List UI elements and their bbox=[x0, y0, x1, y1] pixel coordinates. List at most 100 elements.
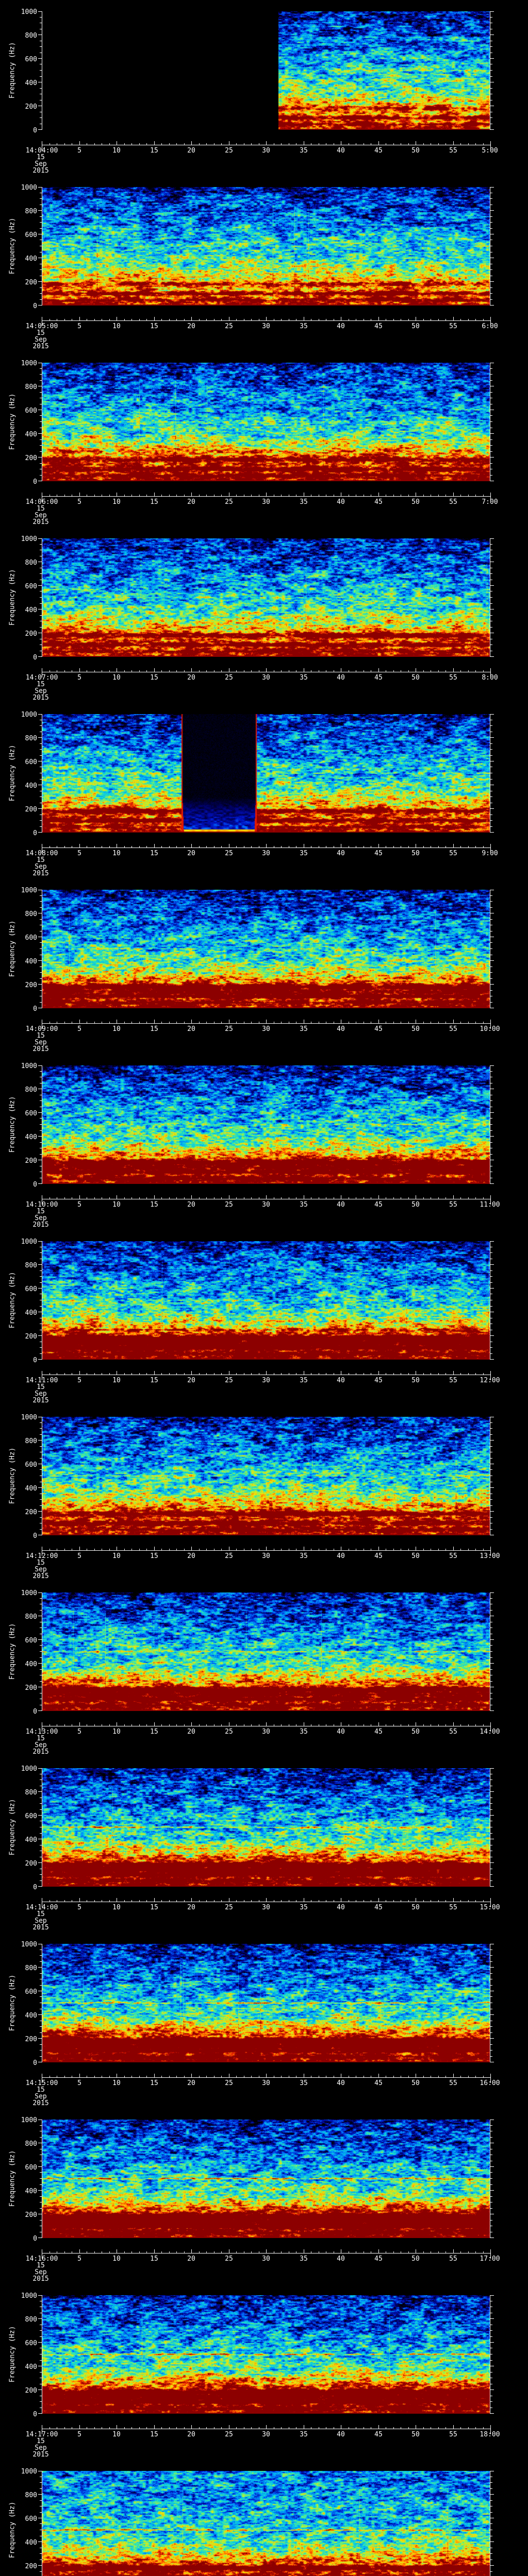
x-minor-tick bbox=[251, 1900, 252, 1902]
x-tick-label: 20 bbox=[187, 2079, 195, 2087]
x-minor-tick bbox=[281, 495, 282, 496]
y-tick-right bbox=[490, 1955, 492, 1956]
y-tick-right bbox=[490, 287, 492, 288]
spectrogram-panel: Frequency (Hz) 14:16:00 17:00 15 Sep 2015 … bbox=[0, 2117, 528, 2295]
x-minor-tick bbox=[124, 1373, 125, 1375]
y-tick-label: 200 bbox=[25, 806, 37, 814]
x-minor-tick bbox=[236, 670, 237, 672]
spectrogram-image bbox=[42, 714, 490, 833]
x-minor-tick bbox=[109, 2076, 110, 2077]
y-tick-right bbox=[490, 293, 492, 294]
x-minor-tick bbox=[146, 1022, 147, 1023]
y-tick bbox=[40, 1422, 42, 1423]
y-tick bbox=[40, 1529, 42, 1530]
x-tick-label: 20 bbox=[187, 2431, 195, 2438]
x-tick-label: 50 bbox=[411, 323, 420, 330]
x-tick bbox=[378, 2425, 379, 2429]
y-tick-right bbox=[490, 538, 494, 539]
y-tick bbox=[38, 1768, 42, 1769]
y-tick-right bbox=[490, 269, 492, 270]
y-tick bbox=[38, 2389, 42, 2390]
y-tick-right bbox=[490, 187, 494, 188]
x-tick bbox=[453, 141, 454, 145]
x-tick bbox=[453, 844, 454, 848]
y-tick-label: 800 bbox=[25, 1262, 37, 1269]
x-tick-label: 30 bbox=[262, 1904, 270, 1911]
y-tick bbox=[40, 1347, 42, 1348]
x-minor-tick bbox=[460, 1197, 461, 1199]
y-tick-label: 0 bbox=[33, 829, 37, 837]
x-tick bbox=[79, 1195, 80, 1199]
x-tick-label: 10 bbox=[112, 1025, 121, 1033]
y-tick-right bbox=[490, 1458, 492, 1459]
date-label: 15 Sep 2015 bbox=[8, 1560, 74, 1580]
y-tick bbox=[40, 1955, 42, 1956]
x-minor-tick bbox=[109, 1549, 110, 1550]
x-minor-tick bbox=[139, 1022, 140, 1023]
y-tick-label: 400 bbox=[25, 1133, 37, 1141]
x-tick bbox=[154, 2425, 155, 2429]
x-tick-label: 20 bbox=[187, 2255, 195, 2263]
x-minor-tick bbox=[131, 2427, 132, 2429]
y-tick-right bbox=[490, 984, 494, 985]
y-tick-label: 400 bbox=[25, 79, 37, 87]
y-tick-right bbox=[490, 1880, 492, 1881]
x-tick bbox=[154, 1195, 155, 1199]
x-minor-tick bbox=[109, 2427, 110, 2429]
y-tick-right bbox=[490, 1183, 494, 1184]
y-tick-right bbox=[490, 1657, 492, 1658]
x-tick-label: 15 bbox=[150, 323, 158, 330]
date-label: 15 Sep 2015 bbox=[8, 2087, 74, 2107]
x-minor-tick bbox=[94, 2076, 95, 2077]
x-axis-end-tick bbox=[490, 2074, 491, 2083]
x-minor-tick bbox=[468, 1724, 469, 1726]
x-tick-label: 35 bbox=[300, 1377, 308, 1384]
y-tick bbox=[40, 1282, 42, 1283]
y-axis-title: Frequency (Hz) bbox=[8, 1623, 16, 1680]
y-tick bbox=[40, 1071, 42, 1072]
x-tick bbox=[79, 1547, 80, 1550]
x-tick-label: 50 bbox=[411, 1552, 420, 1560]
spectrogram-stack: Frequency (Hz) 14:04:00 5:00 15 Sep 2015 0… bbox=[0, 0, 528, 2576]
x-minor-tick bbox=[161, 143, 162, 145]
x-minor-tick bbox=[199, 1197, 200, 1199]
y-tick-label: 800 bbox=[25, 1613, 37, 1621]
x-minor-tick bbox=[131, 2076, 132, 2077]
y-tick-right bbox=[490, 2342, 494, 2343]
x-minor-tick bbox=[221, 1022, 222, 1023]
x-minor-tick bbox=[94, 495, 95, 496]
date-label: 15 Sep 2015 bbox=[8, 1208, 74, 1228]
y-tick-label: 800 bbox=[25, 735, 37, 742]
y-tick-label: 0 bbox=[33, 2411, 37, 2418]
x-minor-tick bbox=[169, 1724, 170, 1726]
x-minor-tick bbox=[475, 1373, 476, 1375]
x-minor-tick bbox=[94, 1549, 95, 1550]
x-minor-tick bbox=[64, 670, 65, 672]
x-tick bbox=[191, 668, 192, 672]
y-tick-label: 0 bbox=[33, 2059, 37, 2067]
x-tick-label: 10 bbox=[112, 1904, 121, 1911]
x-tick-label: 25 bbox=[225, 1201, 233, 1209]
y-tick-right bbox=[490, 305, 494, 306]
y-tick bbox=[40, 1458, 42, 1459]
y-tick-right bbox=[490, 749, 492, 750]
x-minor-tick bbox=[176, 846, 177, 848]
x-minor-tick bbox=[438, 1549, 439, 1550]
y-tick-right bbox=[490, 948, 492, 949]
x-tick-label: 25 bbox=[225, 1025, 233, 1033]
x-tick-label: 10 bbox=[112, 850, 121, 857]
x-minor-tick bbox=[199, 1022, 200, 1023]
y-tick bbox=[40, 755, 42, 756]
x-tick bbox=[79, 141, 80, 145]
x-minor-tick bbox=[161, 1900, 162, 1902]
x-tick-label: 25 bbox=[225, 498, 233, 506]
y-tick-right bbox=[490, 1071, 492, 1072]
x-tick bbox=[453, 1020, 454, 1023]
y-tick bbox=[40, 743, 42, 744]
x-tick-label: 5 bbox=[77, 2255, 81, 2263]
x-tick-label: 30 bbox=[262, 2431, 270, 2438]
y-tick-label: 600 bbox=[25, 2164, 37, 2172]
x-minor-tick bbox=[124, 2427, 125, 2429]
x-minor-tick bbox=[184, 2251, 185, 2253]
x-tick bbox=[378, 317, 379, 320]
